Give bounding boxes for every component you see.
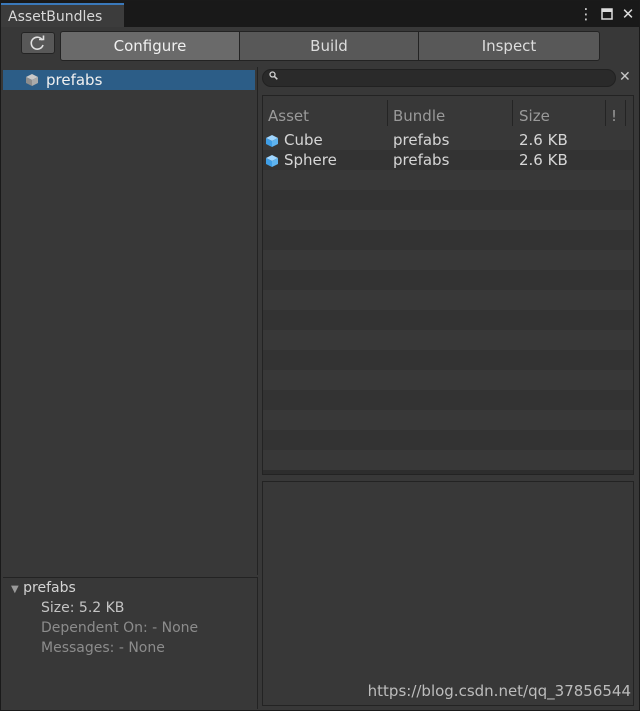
search-input[interactable] — [281, 70, 615, 88]
bundle-details-panel: ▼ prefabs Size: 5.2 KB Dependent On: - N… — [3, 577, 258, 709]
details-size: Size: 5.2 KB — [41, 600, 125, 616]
watermark-text: https://blog.csdn.net/qq_37856544 — [367, 682, 631, 700]
more-options-icon[interactable]: ⋮ — [578, 5, 594, 23]
search-clear-icon[interactable]: ✕ — [619, 69, 631, 85]
column-divider[interactable] — [605, 100, 606, 126]
tab-build[interactable]: Build — [239, 31, 419, 61]
table-row-empty — [263, 190, 633, 210]
tab-inspect[interactable]: Inspect — [418, 31, 600, 61]
asset-list-pane: ✕ Asset Bundle Size ! Cube prefabs 2.6 K… — [259, 67, 637, 708]
cube-icon — [26, 74, 38, 86]
asset-table: Asset Bundle Size ! Cube prefabs 2.6 KB … — [262, 95, 634, 475]
table-row[interactable]: Cube prefabs 2.6 KB — [263, 130, 633, 150]
maximize-icon[interactable] — [599, 5, 615, 23]
asset-size: 2.6 KB — [519, 151, 568, 169]
collapse-triangle-icon: ▼ — [11, 584, 19, 595]
asset-bundles-window: AssetBundles ⋮ ✕ Configure Build Inspect… — [0, 0, 640, 711]
table-row-empty — [263, 330, 633, 350]
table-row-empty — [263, 250, 633, 270]
table-row-empty — [263, 310, 633, 330]
window-tab-strip: AssetBundles ⋮ ✕ — [1, 1, 639, 27]
asset-bundle: prefabs — [393, 131, 450, 149]
table-row[interactable]: Sphere prefabs 2.6 KB — [263, 150, 633, 170]
tab-configure[interactable]: Configure — [60, 31, 240, 61]
column-header-size[interactable]: Size — [519, 107, 550, 125]
bundle-list-pane: prefabs — [3, 67, 258, 575]
table-row-empty — [263, 430, 633, 450]
column-header-bundle[interactable]: Bundle — [393, 107, 445, 125]
table-row-empty — [263, 390, 633, 410]
column-header-asset[interactable]: Asset — [268, 107, 309, 125]
table-row-empty — [263, 290, 633, 310]
toolbar: Configure Build Inspect — [1, 27, 639, 65]
details-dependent-on: Dependent On: - None — [41, 620, 199, 636]
table-row-empty — [263, 450, 633, 470]
table-row-empty — [263, 410, 633, 430]
asset-detail-panel — [262, 481, 634, 706]
bundle-item-prefabs[interactable]: prefabs — [3, 70, 255, 90]
asset-name: Cube — [284, 131, 323, 149]
column-divider[interactable] — [625, 100, 626, 126]
details-title: prefabs — [23, 580, 76, 596]
search-icon — [269, 71, 278, 83]
table-row-empty — [263, 210, 633, 230]
close-icon[interactable]: ✕ — [620, 5, 636, 23]
refresh-button[interactable] — [21, 32, 55, 54]
table-row-empty — [263, 170, 633, 190]
cube-icon — [266, 155, 278, 167]
search-field[interactable] — [262, 69, 616, 88]
table-row-empty — [263, 370, 633, 390]
column-divider[interactable] — [387, 100, 388, 126]
refresh-icon — [30, 35, 45, 50]
column-divider[interactable] — [512, 100, 513, 126]
column-header-warning[interactable]: ! — [611, 107, 617, 125]
table-row-empty — [263, 270, 633, 290]
asset-name: Sphere — [284, 151, 337, 169]
cube-icon — [266, 135, 278, 147]
details-header[interactable]: ▼ prefabs — [11, 580, 76, 596]
asset-size: 2.6 KB — [519, 131, 568, 149]
table-row-empty — [263, 350, 633, 370]
window-tab-assetbundles[interactable]: AssetBundles — [1, 3, 124, 27]
window-title: AssetBundles — [8, 9, 103, 25]
table-row-empty — [263, 230, 633, 250]
details-messages: Messages: - None — [41, 640, 165, 656]
asset-bundle: prefabs — [393, 151, 450, 169]
table-body: Cube prefabs 2.6 KB Sphere prefabs 2.6 K… — [263, 130, 633, 474]
table-header: Asset Bundle Size ! — [263, 96, 633, 130]
bundle-item-label: prefabs — [46, 71, 103, 89]
